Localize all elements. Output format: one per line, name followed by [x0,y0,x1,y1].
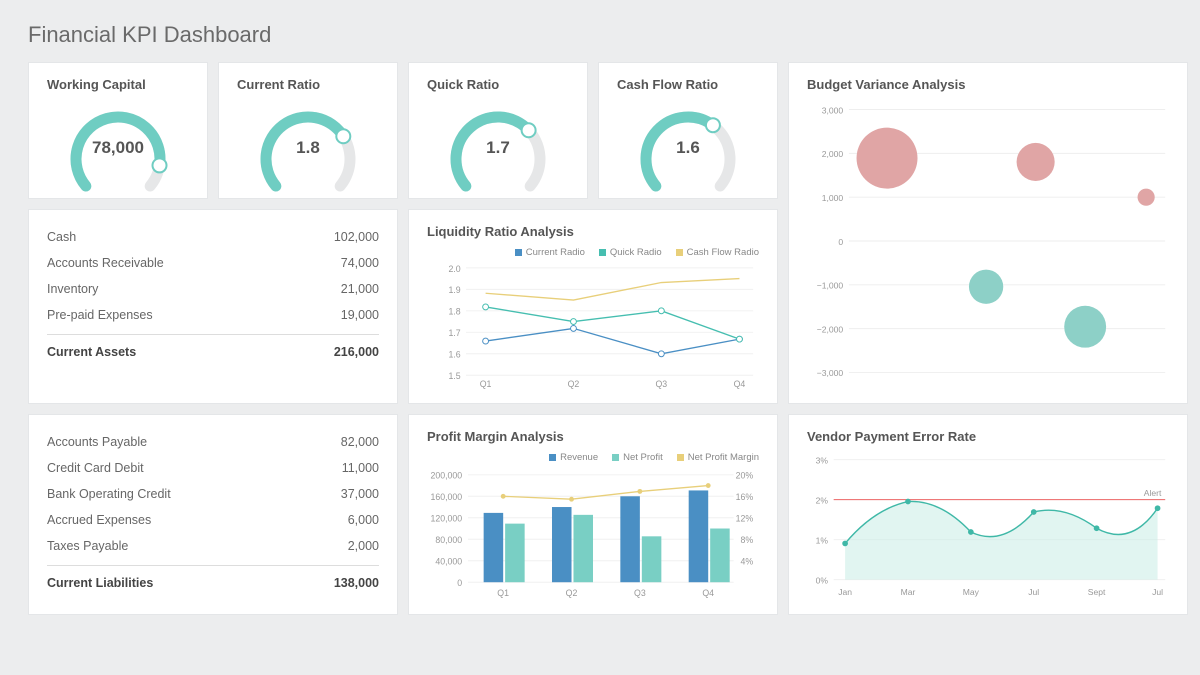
gauge-value: 1.6 [633,138,743,158]
assets-table: Cash102,000Accounts Receivable74,000Inve… [47,224,379,361]
svg-text:−1,000: −1,000 [817,281,844,291]
svg-text:Q3: Q3 [634,588,646,598]
alert-label: Alert [1144,488,1162,498]
svg-text:12%: 12% [736,514,754,524]
table-row: Credit Card Debit11,000 [47,455,379,481]
legend-item: Revenue [560,452,598,463]
svg-text:Q4: Q4 [734,379,746,389]
profit-margin-card: Profit Margin Analysis Revenue Net Profi… [408,414,778,615]
table-row: Cash102,000 [47,224,379,250]
svg-text:Q3: Q3 [655,379,667,389]
svg-text:1.6: 1.6 [448,350,460,360]
svg-text:200,000: 200,000 [430,471,462,481]
profit-chart: 200,000 160,000 120,000 80,000 40,000 0 20% 16… [427,467,759,599]
svg-text:2%: 2% [816,495,829,505]
gauge-value: 78,000 [63,138,173,158]
svg-text:4%: 4% [740,557,753,567]
svg-text:1.9: 1.9 [448,285,460,295]
svg-text:May: May [963,587,980,597]
svg-text:Q1: Q1 [497,588,509,598]
gauge-label: Current Ratio [237,77,320,92]
svg-text:Sept: Sept [1088,587,1106,597]
gauge: 1.7 [443,104,553,184]
svg-text:1,000: 1,000 [822,193,844,203]
svg-text:Q2: Q2 [568,379,580,389]
chart-legend: Revenue Net Profit Net Profit Margin [427,452,759,463]
vendor-error-chart: 3% 2% 1% 0% Alert Jan Mar May Jul Sept Jul [807,452,1169,600]
legend-item: Net Profit Margin [688,452,759,463]
gauge-quick-ratio: Quick Ratio 1.7 [408,62,588,199]
svg-text:Q1: Q1 [480,379,492,389]
chart-title: Budget Variance Analysis [807,77,1169,92]
svg-text:1%: 1% [816,535,829,545]
table-total: Current Assets216,000 [47,334,379,361]
chart-title: Vendor Payment Error Rate [807,429,1169,444]
gauge-label: Quick Ratio [427,77,499,92]
svg-text:Jul: Jul [1028,587,1039,597]
svg-text:1.5: 1.5 [448,371,460,381]
vendor-error-card: Vendor Payment Error Rate 3% 2% 1% 0% Alert… [788,414,1188,615]
table-row: Bank Operating Credit37,000 [47,481,379,507]
svg-text:1.8: 1.8 [448,307,460,317]
svg-text:20%: 20% [736,471,754,481]
legend-item: Cash Flow Radio [687,247,759,258]
svg-text:0%: 0% [816,575,829,585]
liquidity-chart: 2.0 1.9 1.8 1.7 1.6 1.5 Q1 Q2 Q3 Q4 [427,262,759,389]
page-title: Financial KPI Dashboard [28,22,1172,48]
svg-text:160,000: 160,000 [430,492,462,502]
table-total: Current Liabilities138,000 [47,565,379,592]
budget-variance-card: Budget Variance Analysis 3,000 2,000 1,00… [788,62,1188,404]
current-assets-card: Cash102,000Accounts Receivable74,000Inve… [28,209,398,404]
gauge: 1.6 [633,104,743,184]
svg-text:40,000: 40,000 [435,557,462,567]
table-row: Accounts Payable82,000 [47,429,379,455]
current-liabilities-card: Accounts Payable82,000Credit Card Debit1… [28,414,398,615]
gauge-value: 1.7 [443,138,553,158]
svg-text:2.0: 2.0 [448,264,460,274]
table-row: Accounts Receivable74,000 [47,250,379,276]
gauge: 1.8 [253,104,363,184]
svg-text:0: 0 [457,578,462,588]
svg-text:16%: 16% [736,492,754,502]
svg-text:Jan: Jan [838,587,852,597]
svg-text:1.7: 1.7 [448,328,460,338]
svg-text:2,000: 2,000 [822,149,844,159]
svg-text:0: 0 [838,237,843,247]
gauge-working-capital: Working Capital 78,000 [28,62,208,199]
table-row: Accrued Expenses6,000 [47,507,379,533]
gauge-cash-flow-ratio: Cash Flow Ratio 1.6 [598,62,778,199]
legend-item: Net Profit [623,452,663,463]
legend-item: Current Radio [526,247,585,258]
chart-title: Liquidity Ratio Analysis [427,224,759,239]
svg-text:80,000: 80,000 [435,535,462,545]
gauge-row: Working Capital 78,000 Current Ratio 1.8… [28,62,778,199]
svg-text:3,000: 3,000 [822,105,844,115]
svg-text:3%: 3% [816,455,829,465]
svg-text:−3,000: −3,000 [817,368,844,378]
chart-title: Profit Margin Analysis [427,429,759,444]
svg-text:Q2: Q2 [566,588,578,598]
budget-variance-chart: 3,000 2,000 1,000 0 −1,000 −2,000 −3,000 [807,100,1169,386]
gauge-label: Cash Flow Ratio [617,77,718,92]
svg-text:Q4: Q4 [702,588,714,598]
table-row: Taxes Payable2,000 [47,533,379,559]
table-row: Inventory21,000 [47,276,379,302]
gauge-current-ratio: Current Ratio 1.8 [218,62,398,199]
gauge-label: Working Capital [47,77,146,92]
legend-item: Quick Radio [610,247,662,258]
liabilities-table: Accounts Payable82,000Credit Card Debit1… [47,429,379,592]
chart-legend: Current Radio Quick Radio Cash Flow Radi… [427,247,759,258]
gauge-value: 1.8 [253,138,363,158]
liquidity-card: Liquidity Ratio Analysis Current Radio Q… [408,209,778,404]
svg-text:8%: 8% [740,535,753,545]
gauge: 78,000 [63,104,173,184]
svg-text:Mar: Mar [901,587,916,597]
svg-text:120,000: 120,000 [430,514,462,524]
svg-text:Jul: Jul [1152,587,1163,597]
svg-text:−2,000: −2,000 [817,324,844,334]
table-row: Pre-paid Expenses19,000 [47,302,379,328]
